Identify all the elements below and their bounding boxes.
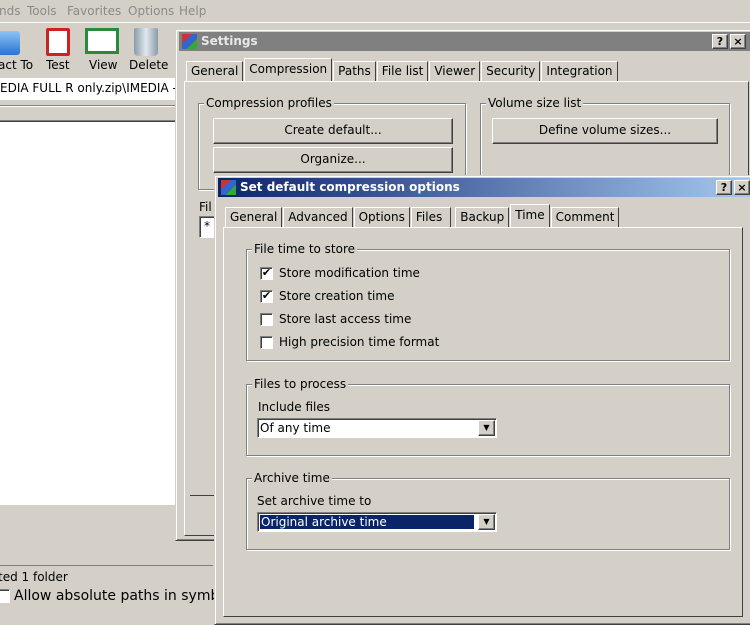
tab-paths[interactable]: Paths: [333, 61, 376, 81]
files-to-process-group: Files to process Include files Of any ti…: [246, 377, 730, 456]
store-last-access-time-checkbox[interactable]: Store last access time: [260, 312, 411, 326]
close-button[interactable]: ×: [730, 34, 746, 49]
menu-favorites[interactable]: Favorites: [67, 4, 121, 18]
files-label: Fil: [199, 200, 212, 214]
tab-security[interactable]: Security: [481, 61, 541, 81]
tab-integration[interactable]: Integration: [541, 61, 618, 81]
address-bar[interactable]: EDIA FULL R only.zip\IMEDIA - ALI: [0, 78, 180, 100]
settings-title-bar: Settings ? ×: [179, 32, 750, 51]
close-button[interactable]: ×: [734, 180, 750, 195]
trash-icon: [134, 28, 158, 56]
tab-general[interactable]: General: [225, 207, 283, 227]
extract-folder-icon: [0, 31, 20, 55]
compression-options-dialog: Set default compression options ? × Gene…: [214, 175, 750, 625]
set-archive-time-label: Set archive time to: [257, 494, 372, 508]
menu-options[interactable]: Options: [128, 4, 174, 18]
chevron-down-icon[interactable]: ▼: [478, 514, 495, 530]
menu-tools[interactable]: Tools: [27, 4, 57, 18]
define-volume-sizes-button[interactable]: Define volume sizes...: [492, 118, 718, 144]
winrar-icon: [182, 34, 197, 49]
tab-file-list[interactable]: File list: [376, 61, 429, 81]
book-icon: [85, 28, 119, 54]
archive-time-select[interactable]: Original archive time ▼: [257, 512, 497, 532]
allow-absolute-paths-checkbox[interactable]: Allow absolute paths in symb: [0, 588, 219, 604]
menu-commands[interactable]: nds: [0, 4, 20, 18]
winrar-icon: [221, 180, 236, 195]
tab-general[interactable]: General: [186, 61, 244, 81]
menu-help[interactable]: Help: [179, 4, 206, 18]
tab-compression[interactable]: Compression: [244, 58, 333, 81]
tab-comment[interactable]: Comment: [550, 207, 620, 227]
include-files-label: Include files: [258, 400, 331, 414]
help-button[interactable]: ?: [716, 180, 732, 195]
organize-button[interactable]: Organize...: [213, 147, 453, 173]
tab-files[interactable]: Files: [410, 207, 452, 227]
tab-options[interactable]: Options: [353, 207, 410, 227]
store-creation-time-checkbox[interactable]: ✔ Store creation time: [260, 289, 394, 303]
dialog-title-bar: Set default compression options ? ×: [218, 178, 750, 197]
help-button[interactable]: ?: [712, 34, 728, 49]
archive-time-group: Archive time Set archive time to Origina…: [246, 471, 730, 550]
file-list[interactable]: [0, 120, 176, 505]
tab-advanced[interactable]: Advanced: [283, 207, 353, 227]
tab-backup[interactable]: Backup: [455, 207, 510, 227]
create-default-button[interactable]: Create default...: [213, 118, 453, 144]
include-files-select[interactable]: Of any time ▼: [257, 418, 497, 438]
chevron-down-icon[interactable]: ▼: [478, 420, 495, 436]
test-clipboard-icon: [46, 28, 70, 56]
file-time-group: File time to store ✔ Store modification t…: [246, 242, 730, 361]
store-modification-time-checkbox[interactable]: ✔ Store modification time: [260, 266, 420, 280]
high-precision-time-checkbox[interactable]: High precision time format: [260, 335, 439, 349]
status-bar: ted 1 folder: [0, 565, 213, 589]
tab-time[interactable]: Time: [510, 204, 550, 227]
tab-viewer[interactable]: Viewer: [429, 61, 481, 81]
